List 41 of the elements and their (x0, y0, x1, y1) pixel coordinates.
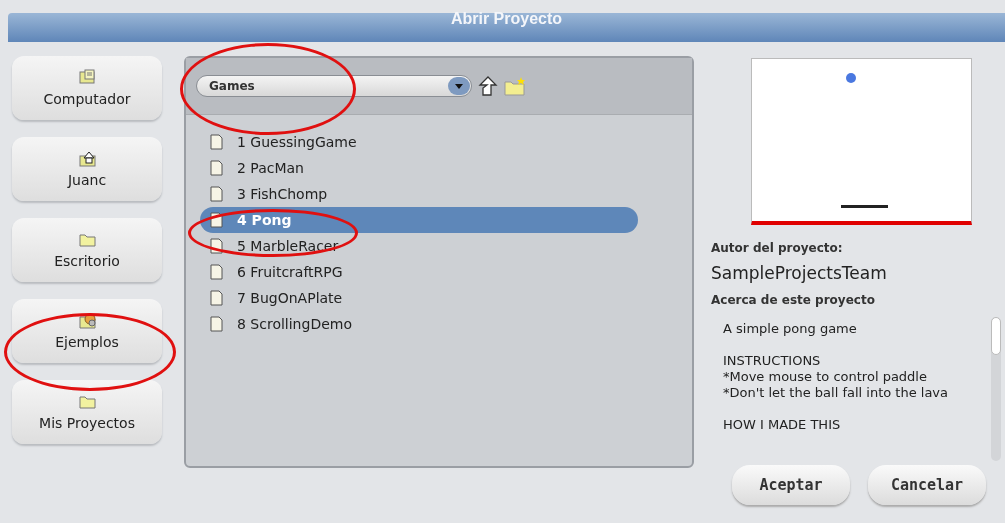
up-arrow-icon[interactable] (478, 75, 498, 97)
dialog-button[interactable]: Aceptar (732, 465, 850, 505)
document-icon (210, 186, 223, 202)
window-title: Abrir Proyecto (450, 10, 563, 28)
computer-icon (78, 69, 96, 86)
new-folder-icon[interactable] (504, 76, 526, 96)
file-row[interactable]: 7 BugOnAPlate (200, 285, 638, 311)
folder-icon (78, 231, 96, 248)
ball (846, 73, 856, 83)
sidebar-item[interactable]: Escritorio (12, 218, 162, 282)
file-row[interactable]: 6 FruitcraftRPG (200, 259, 638, 285)
sidebar-item[interactable]: Ejemplos (12, 299, 162, 363)
description-text: A simple pong game (723, 321, 858, 337)
document-icon (210, 134, 223, 150)
document-icon (210, 238, 223, 254)
document-icon (210, 316, 223, 332)
sidebar-item[interactable]: Computador (12, 56, 162, 120)
author-name: SampleProjectsTeam (711, 263, 888, 283)
file-row[interactable]: 1 GuessingGame (200, 129, 638, 155)
file-row[interactable]: 8 ScrollingDemo (200, 311, 638, 337)
sidebar-item[interactable]: Mis Proyectos (12, 380, 162, 444)
document-icon (210, 264, 223, 280)
document-icon (210, 160, 223, 176)
sidebar-item[interactable]: Juanc (12, 137, 162, 201)
description-text: HOW I MADE THIS (723, 417, 842, 433)
house-folder-icon (78, 150, 96, 167)
file-row[interactable]: 4 Pong (200, 207, 638, 233)
folder-icon (78, 393, 96, 410)
description-text: INSTRUCTIONS *Move mouse to control paddle *Don't let the ball fall into the lava (723, 353, 950, 401)
folder-dropdown[interactable]: Games (196, 75, 472, 97)
file-row[interactable]: 5 MarbleRacer (200, 233, 638, 259)
document-icon (210, 290, 223, 306)
dialog-button[interactable]: Cancelar (868, 465, 986, 505)
scrollbar[interactable] (991, 317, 1001, 461)
paddle (841, 205, 888, 208)
about-label: Acerca de este proyecto (711, 293, 876, 307)
file-row[interactable]: 2 PacMan (200, 155, 638, 181)
author-label: Autor del proyecto: (711, 241, 844, 255)
file-row[interactable]: 3 FishChomp (200, 181, 638, 207)
document-icon (210, 212, 223, 228)
caret-icon (455, 83, 463, 89)
